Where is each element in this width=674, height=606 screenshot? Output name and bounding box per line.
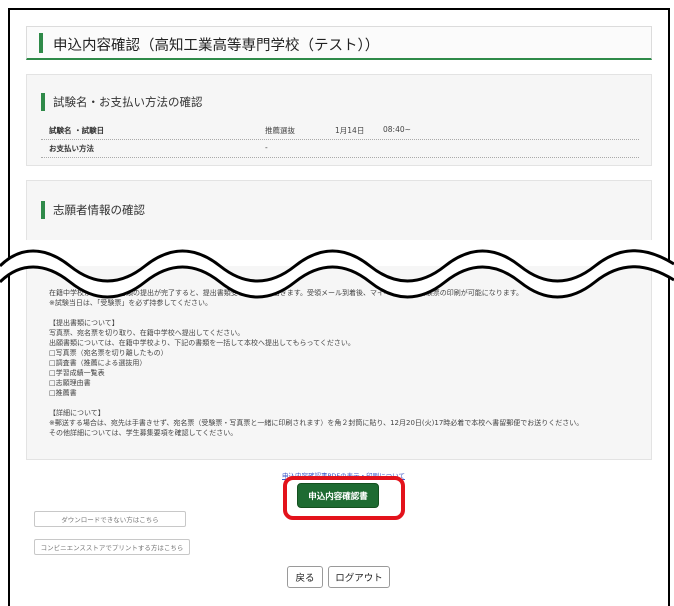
back-button[interactable]: 戻る xyxy=(287,566,323,588)
page-break-wave xyxy=(0,249,674,299)
info-line: □推薦書 xyxy=(49,389,77,397)
page-header: 申込内容確認（高知工業高等専門学校（テスト）） xyxy=(26,26,652,60)
exam-payment-section: 試験名・お支払い方法の確認 試験名 ・試験日 推薦選抜 1月14日 08:40~… xyxy=(26,74,652,166)
convenience-store-print-button[interactable]: コンビニエンスストアでプリントする方はこちら xyxy=(34,539,190,555)
exam-name-value: 推薦選抜 xyxy=(265,126,295,135)
section-accent-bar xyxy=(41,201,45,219)
info-line: 【提出書類について】 xyxy=(49,319,119,327)
exam-name-label: 試験名 ・試験日 xyxy=(49,126,105,135)
payment-method-row: お支払い方法 - xyxy=(41,139,639,158)
exam-time-value: 08:40~ xyxy=(383,125,411,134)
section-title: 志願者情報の確認 xyxy=(53,203,145,217)
section-title: 試験名・お支払い方法の確認 xyxy=(53,95,203,109)
info-line: □志願理由書 xyxy=(49,379,91,387)
info-line: □調査書（推薦による選抜用） xyxy=(49,359,147,367)
header-accent-bar xyxy=(39,33,43,53)
info-line: □写真票（宛名票を切り離したもの） xyxy=(49,349,168,357)
exam-name-row: 試験名 ・試験日 推薦選抜 1月14日 08:40~ xyxy=(41,121,639,140)
info-line: 出願書類については、在籍中学校より、下記の書類を一括して本校へ提出してもらってく… xyxy=(49,339,355,347)
info-line: □学習成績一覧表 xyxy=(49,369,105,377)
info-line: ※郵送する場合は、宛先は手書きせず、宛名票（受験票・写真票と一緒に印刷されます）… xyxy=(49,419,584,427)
section-accent-bar xyxy=(41,93,45,111)
logout-button[interactable]: ログアウト xyxy=(328,566,390,588)
page-title: 申込内容確認（高知工業高等専門学校（テスト）） xyxy=(53,38,380,54)
payment-method-label: お支払い方法 xyxy=(49,144,94,153)
exam-date-value: 1月14日 xyxy=(335,126,365,135)
info-line: その他詳細については、学生募集要項を確認してください。 xyxy=(49,429,238,437)
payment-method-value: - xyxy=(265,143,268,152)
info-line: 写真票、宛名票を切り取り、在籍中学校へ提出してください。 xyxy=(49,329,245,337)
download-help-button[interactable]: ダウンロードできない方はこちら xyxy=(34,511,186,527)
info-line: 【詳細について】 xyxy=(49,409,105,417)
confirmation-document-button[interactable]: 申込内容確認書 xyxy=(297,483,379,508)
